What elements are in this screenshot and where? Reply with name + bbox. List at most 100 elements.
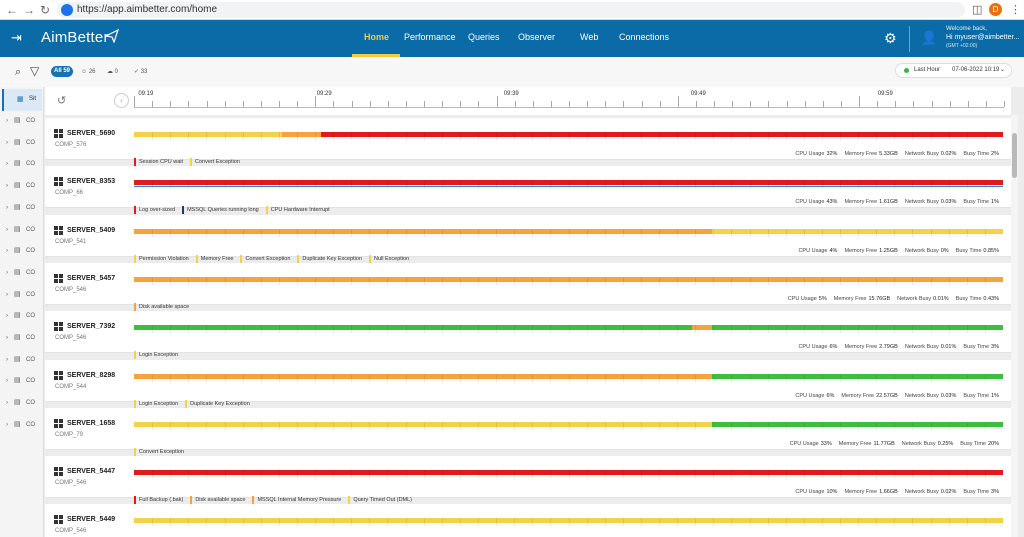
tab-web[interactable]: Web <box>580 31 598 43</box>
sidebar-item[interactable]: › ▤ CO <box>0 417 44 433</box>
tab-home[interactable]: Home <box>364 31 389 43</box>
alert-tag[interactable]: Query Timed Out (DML) <box>348 496 412 505</box>
alert-tag[interactable]: MSSQL Queries running long <box>182 206 259 215</box>
alert-tag[interactable]: Duplicate Key Exception <box>297 254 362 263</box>
sidebar-item[interactable]: › ▤ CO <box>0 395 44 411</box>
chevron-right-icon[interactable]: › <box>6 373 8 389</box>
cloud-filter[interactable]: ☁ 0 <box>107 67 118 77</box>
server-card[interactable]: SERVER_8298 COMP_544 Login Exception Duplic… <box>45 359 1011 408</box>
alert-tag[interactable]: Convert Exception <box>134 447 184 456</box>
chevron-right-icon[interactable]: › <box>6 113 8 129</box>
alert-tag[interactable]: Null Exception <box>369 254 409 263</box>
tab-observer[interactable]: Observer <box>518 31 555 43</box>
alert-tag[interactable]: Log over-sized <box>134 206 175 215</box>
chevron-right-icon[interactable]: › <box>6 243 8 259</box>
refresh-icon[interactable]: ↺ <box>57 95 66 107</box>
chevron-right-icon[interactable]: › <box>6 265 8 281</box>
back-arrow-icon[interactable]: ← <box>6 2 18 18</box>
alert-tag[interactable]: Permission Violation <box>134 254 189 263</box>
status-timeline-bar[interactable] <box>134 325 1003 334</box>
server-name[interactable]: SERVER_5447 <box>67 467 115 476</box>
server-name[interactable]: SERVER_5457 <box>67 274 115 283</box>
sidebar-item[interactable]: › ▤ CO <box>0 243 44 259</box>
chevron-right-icon[interactable]: › <box>6 222 8 238</box>
server-name[interactable]: SERVER_8298 <box>67 371 115 380</box>
sidebar-item[interactable]: › ▤ CO <box>0 287 44 303</box>
scrollbar[interactable] <box>1011 115 1018 537</box>
server-card[interactable]: SERVER_5457 COMP_546 Disk available space C… <box>45 262 1011 311</box>
alert-tag[interactable]: CPU Hardware Interrupt <box>265 206 330 215</box>
server-name[interactable]: SERVER_7392 <box>67 322 115 331</box>
status-timeline-bar[interactable] <box>134 276 1003 285</box>
sidebar-item[interactable]: › ▤ CO <box>0 352 44 368</box>
alert-tag[interactable]: Duplicate Key Exception <box>185 399 250 408</box>
chevron-right-icon[interactable]: › <box>6 330 8 346</box>
chevron-right-icon[interactable]: › <box>6 135 8 151</box>
server-card[interactable]: SERVER_1658 COMP_79 Convert Exception CPU U… <box>45 407 1011 456</box>
sidebar-item[interactable]: › ▤ CO <box>0 200 44 216</box>
chevron-right-icon[interactable]: › <box>6 178 8 194</box>
sidebar-item[interactable]: › ▤ CO <box>0 373 44 389</box>
server-card[interactable]: SERVER_8353 COMP_66 Log over-sized MSSQL Qu… <box>45 166 1011 215</box>
user-greeting[interactable]: Hi myuser@aimbetter... <box>946 33 1019 42</box>
status-timeline-bar[interactable] <box>134 132 1003 140</box>
alert-tag[interactable]: Convert Exception <box>190 158 240 166</box>
sidebar-item[interactable]: › ▤ CO <box>0 222 44 238</box>
settings-gear-icon[interactable]: ⚙ <box>884 30 897 46</box>
timeline-back-button[interactable]: ‹ <box>114 93 129 108</box>
filter-all-pill[interactable]: All 59 <box>51 66 73 77</box>
alert-tag[interactable]: Login Exception <box>134 351 178 360</box>
chevron-right-icon[interactable]: › <box>6 308 8 324</box>
server-card[interactable]: SERVER_7392 COMP_546 Login Exception CPU Us… <box>45 311 1011 360</box>
tab-connections[interactable]: Connections <box>619 31 669 43</box>
alert-tag[interactable]: Session CPU wait <box>134 158 183 166</box>
server-name[interactable]: SERVER_5449 <box>67 515 115 524</box>
status-timeline-bar[interactable] <box>134 180 1003 189</box>
sidepanel-icon[interactable]: ◫ <box>972 3 982 17</box>
sidebar-item[interactable]: › ▤ CO <box>0 330 44 346</box>
search-icon[interactable]: ⌕ <box>15 66 21 78</box>
status-timeline-bar[interactable] <box>134 470 1003 479</box>
server-card[interactable]: SERVER_5449 COMP_546 <box>45 504 1011 537</box>
server-card[interactable]: SERVER_5690 COMP_576 Session CPU wait Conve… <box>45 118 1011 166</box>
app-logo[interactable]: AimBetter <box>41 29 109 47</box>
status-timeline-bar[interactable] <box>134 518 1003 527</box>
scrollbar-thumb[interactable] <box>1012 133 1017 178</box>
chevron-right-icon[interactable]: › <box>6 156 8 172</box>
tab-queries[interactable]: Queries <box>468 31 500 43</box>
server-name[interactable]: SERVER_5409 <box>67 226 115 235</box>
status-segment[interactable] <box>134 325 692 331</box>
server-card[interactable]: SERVER_5447 COMP_546 Full Backup (.bak) Dis… <box>45 456 1011 505</box>
server-name[interactable]: SERVER_1658 <box>67 419 115 428</box>
status-timeline-bar[interactable] <box>134 228 1003 237</box>
user-icon[interactable]: 👤 <box>921 30 937 46</box>
sidebar-item[interactable]: › ▤ CO <box>0 113 44 129</box>
alert-tag[interactable]: Disk available space <box>190 496 245 505</box>
forward-arrow-icon[interactable]: → <box>23 2 35 18</box>
chevron-right-icon[interactable]: › <box>6 287 8 303</box>
menu-toggle-icon[interactable]: ⇥ <box>11 31 22 45</box>
check-filter[interactable]: ✓ 33 <box>134 67 147 77</box>
tab-performance[interactable]: Performance <box>404 31 456 43</box>
filter-funnel-icon[interactable]: ▽ <box>30 65 39 77</box>
alert-tag[interactable]: Login Exception <box>134 399 178 408</box>
profile-avatar[interactable]: D <box>989 3 1002 16</box>
alert-tag[interactable]: Full Backup (.bak) <box>134 496 183 505</box>
sidebar-item[interactable]: › ▤ CO <box>0 265 44 281</box>
chevron-right-icon[interactable]: › <box>6 395 8 411</box>
users-filter[interactable]: ☺ 26 <box>81 67 96 77</box>
alert-tag[interactable]: Memory Free <box>195 254 233 263</box>
sidebar-item[interactable]: › ▤ CO <box>0 135 44 151</box>
chevron-right-icon[interactable]: › <box>6 352 8 368</box>
server-name[interactable]: SERVER_8353 <box>67 177 115 186</box>
status-timeline-bar[interactable] <box>134 373 1003 382</box>
time-range-selector[interactable]: Last Hour 07-06-2022 10:19 ⌄ <box>895 63 1012 78</box>
sidebar-item[interactable]: › ▤ CO <box>0 308 44 324</box>
sidebar-item[interactable]: › ▤ CO <box>0 178 44 194</box>
status-timeline-bar[interactable] <box>134 421 1003 430</box>
server-card[interactable]: SERVER_5409 COMP_541 Permission Violation M… <box>45 214 1011 263</box>
chevron-right-icon[interactable]: › <box>6 417 8 433</box>
sidebar-header[interactable]: ▦ Sit <box>2 89 42 111</box>
kebab-menu-icon[interactable]: ⋮ <box>1010 3 1021 17</box>
alert-tag[interactable]: Disk available space <box>134 302 189 311</box>
